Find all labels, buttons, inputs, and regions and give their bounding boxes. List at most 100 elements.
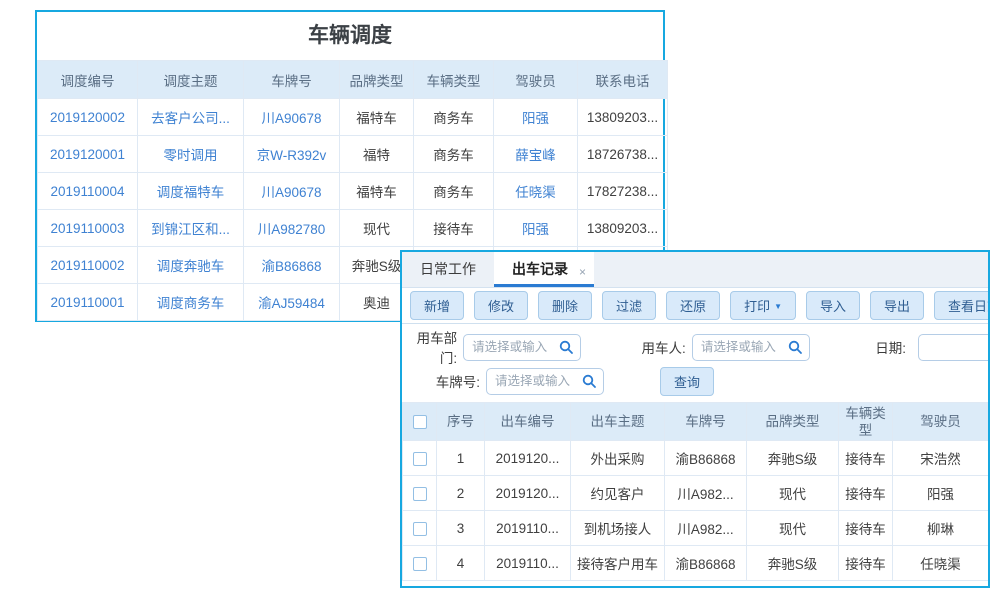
driver-link[interactable]: 阳强 <box>893 476 989 511</box>
brand-cell: 奔驰S级 <box>747 441 839 476</box>
table-row[interactable]: 2019110003 到锦江区和... 川A982780 现代 接待车 阳强 1… <box>38 210 668 247</box>
dispatch-subject-link[interactable]: 调度福特车 <box>138 173 244 210</box>
search-icon[interactable] <box>788 340 803 355</box>
brand-cell: 福特 <box>340 136 414 173</box>
search-icon[interactable] <box>582 374 597 389</box>
trip-id-link[interactable]: 2019110... <box>485 546 571 581</box>
seq-cell: 3 <box>437 511 485 546</box>
driver-link[interactable]: 柳琳 <box>893 511 989 546</box>
table-row[interactable]: 4 2019110... 接待客户用车 渝B86868 奔驰S级 接待车 任晓渠 <box>403 546 989 581</box>
col-driver: 驾驶员 <box>893 403 989 441</box>
dispatch-id-link[interactable]: 2019120001 <box>38 136 138 173</box>
phone-cell: 18726738... <box>578 136 668 173</box>
dispatch-subject-link[interactable]: 调度奔驰车 <box>138 247 244 284</box>
plate-link[interactable]: 川A982... <box>665 476 747 511</box>
driver-link[interactable]: 薛宝峰 <box>494 136 578 173</box>
seq-cell: 1 <box>437 441 485 476</box>
plate-link[interactable]: 渝B86868 <box>665 546 747 581</box>
trip-subject-link[interactable]: 接待客户用车 <box>571 546 665 581</box>
records-table: 序号 出车编号 出车主题 车牌号 品牌类型 车辆类型 驾驶员 1 2019120… <box>402 402 989 581</box>
dispatch-id-link[interactable]: 2019110004 <box>38 173 138 210</box>
user-label: 用车人: <box>631 337 686 357</box>
plate-link[interactable]: 京W-R392v <box>244 136 340 173</box>
tab-bar: 日常工作 出车记录 × <box>402 252 988 288</box>
restore-button[interactable]: 还原 <box>666 291 720 320</box>
table-row[interactable]: 2019120001 零时调用 京W-R392v 福特 商务车 薛宝峰 1872… <box>38 136 668 173</box>
plate-link[interactable]: 川A90678 <box>244 99 340 136</box>
dispatch-header-row: 调度编号 调度主题 车牌号 品牌类型 车辆类型 驾驶员 联系电话 <box>38 61 668 99</box>
col-dispatch-id: 调度编号 <box>38 61 138 99</box>
col-vehicle-type: 车辆类型 <box>414 61 494 99</box>
col-driver: 驾驶员 <box>494 61 578 99</box>
toolbar: 新增 修改 删除 过滤 还原 打印▼ 导入 导出 查看日志 <box>402 288 988 324</box>
dispatch-subject-link[interactable]: 调度商务车 <box>138 284 244 321</box>
select-all-checkbox[interactable] <box>413 415 427 429</box>
row-checkbox[interactable] <box>413 522 427 536</box>
vehicle-type-cell: 商务车 <box>414 136 494 173</box>
vehicle-type-cell: 接待车 <box>839 546 893 581</box>
brand-cell: 现代 <box>340 210 414 247</box>
driver-link[interactable]: 任晓渠 <box>494 173 578 210</box>
table-row[interactable]: 2019120002 去客户公司... 川A90678 福特车 商务车 阳强 1… <box>38 99 668 136</box>
dispatch-id-link[interactable]: 2019120002 <box>38 99 138 136</box>
col-phone: 联系电话 <box>578 61 668 99</box>
plate-link[interactable]: 川A90678 <box>244 173 340 210</box>
tab-dispatch-records-label: 出车记录 <box>512 261 568 277</box>
dispatch-id-link[interactable]: 2019110003 <box>38 210 138 247</box>
date-input[interactable] <box>918 334 988 361</box>
import-button[interactable]: 导入 <box>806 291 860 320</box>
row-checkbox[interactable] <box>413 452 427 466</box>
dispatch-subject-link[interactable]: 零时调用 <box>138 136 244 173</box>
col-trip-id: 出车编号 <box>485 403 571 441</box>
trip-id-link[interactable]: 2019120... <box>485 441 571 476</box>
plate-link[interactable]: 川A982... <box>665 511 747 546</box>
edit-button[interactable]: 修改 <box>474 291 528 320</box>
table-row[interactable]: 2 2019120... 约见客户 川A982... 现代 接待车 阳强 <box>403 476 989 511</box>
select-all-cell <box>403 403 437 441</box>
print-button-label: 打印 <box>744 299 770 314</box>
plate-link[interactable]: 川A982780 <box>244 210 340 247</box>
trip-id-link[interactable]: 2019110... <box>485 511 571 546</box>
close-icon[interactable]: × <box>579 255 586 290</box>
print-button[interactable]: 打印▼ <box>730 291 796 320</box>
export-button[interactable]: 导出 <box>870 291 924 320</box>
tab-dispatch-records[interactable]: 出车记录 × <box>494 252 594 287</box>
row-select-cell <box>403 511 437 546</box>
brand-cell: 现代 <box>747 476 839 511</box>
table-row[interactable]: 3 2019110... 到机场接人 川A982... 现代 接待车 柳琳 <box>403 511 989 546</box>
plate-link[interactable]: 渝B86868 <box>244 247 340 284</box>
date-label: 日期: <box>851 337 906 357</box>
add-button[interactable]: 新增 <box>410 291 464 320</box>
dispatch-subject-link[interactable]: 到锦江区和... <box>138 210 244 247</box>
plate-link[interactable]: 渝AJ59484 <box>244 284 340 321</box>
phone-cell: 17827238... <box>578 173 668 210</box>
search-icon[interactable] <box>559 340 574 355</box>
driver-link[interactable]: 任晓渠 <box>893 546 989 581</box>
row-checkbox[interactable] <box>413 487 427 501</box>
col-brand: 品牌类型 <box>747 403 839 441</box>
table-row[interactable]: 1 2019120... 外出采购 渝B86868 奔驰S级 接待车 宋浩然 <box>403 441 989 476</box>
tab-daily-work[interactable]: 日常工作 <box>402 252 494 287</box>
row-select-cell <box>403 546 437 581</box>
driver-link[interactable]: 阳强 <box>494 210 578 247</box>
query-button[interactable]: 查询 <box>660 367 714 396</box>
records-panel: 日常工作 出车记录 × 新增 修改 删除 过滤 还原 打印▼ 导入 导出 查看日… <box>400 250 990 588</box>
dispatch-subject-link[interactable]: 去客户公司... <box>138 99 244 136</box>
row-select-cell <box>403 441 437 476</box>
row-checkbox[interactable] <box>413 557 427 571</box>
col-vehicle-type: 车辆类型 <box>839 403 893 441</box>
delete-button[interactable]: 删除 <box>538 291 592 320</box>
col-brand: 品牌类型 <box>340 61 414 99</box>
driver-link[interactable]: 宋浩然 <box>893 441 989 476</box>
plate-link[interactable]: 渝B86868 <box>665 441 747 476</box>
trip-subject-link[interactable]: 约见客户 <box>571 476 665 511</box>
trip-subject-link[interactable]: 到机场接人 <box>571 511 665 546</box>
driver-link[interactable]: 阳强 <box>494 99 578 136</box>
table-row[interactable]: 2019110004 调度福特车 川A90678 福特车 商务车 任晓渠 178… <box>38 173 668 210</box>
trip-id-link[interactable]: 2019120... <box>485 476 571 511</box>
dispatch-id-link[interactable]: 2019110001 <box>38 284 138 321</box>
view-log-button[interactable]: 查看日志 <box>934 291 990 320</box>
trip-subject-link[interactable]: 外出采购 <box>571 441 665 476</box>
filter-button[interactable]: 过滤 <box>602 291 656 320</box>
dispatch-id-link[interactable]: 2019110002 <box>38 247 138 284</box>
